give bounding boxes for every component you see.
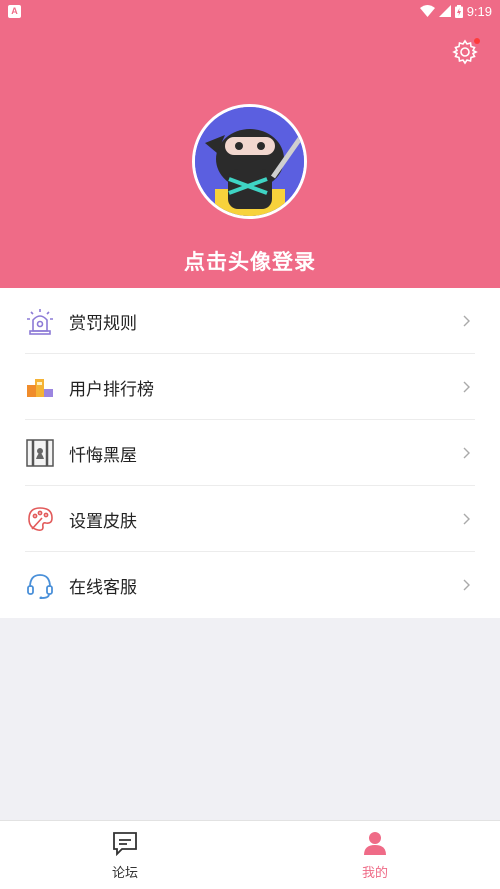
menu-item-jail[interactable]: 忏悔黑屋 [0,420,500,486]
chevron-right-icon [463,513,470,525]
nav-tab-mine[interactable]: 我的 [250,821,500,889]
menu-item-skin[interactable]: 设置皮肤 [0,486,500,552]
status-time: 9:19 [466,3,492,19]
login-prompt[interactable]: 点击头像登录 [0,246,500,276]
bottom-nav: 论坛 我的 [0,820,500,889]
menu-item-rules[interactable]: 赏罚规则 [0,288,500,354]
profile-page: A 9:19 点击头像登录 赏罚规则 用户排行榜 忏悔黑屋 设置皮肤 在线客服 … [0,0,500,889]
leaderboard-icon [25,372,55,402]
nav-tab-forum[interactable]: 论坛 [0,821,250,889]
avatar[interactable] [192,104,307,219]
palette-icon [25,504,55,534]
headset-icon [25,570,55,600]
menu-list: 赏罚规则 用户排行榜 忏悔黑屋 设置皮肤 在线客服 [0,288,500,618]
chevron-right-icon [463,447,470,459]
signal-icon [438,5,451,17]
notification-icon: A [8,4,21,18]
battery-icon [454,4,463,18]
nav-label-mine: 我的 [361,866,388,881]
nav-label-forum: 论坛 [111,866,138,881]
menu-label-support: 在线客服 [69,577,137,598]
profile-header: 点击头像登录 [0,22,500,288]
chevron-right-icon [463,381,470,393]
notification-dot [474,38,480,44]
wifi-icon [419,5,435,17]
ninja-avatar-icon [195,107,304,216]
settings-button[interactable] [452,38,480,65]
user-icon [364,832,386,855]
menu-item-leaderboard[interactable]: 用户排行榜 [0,354,500,420]
menu-label-skin: 设置皮肤 [69,511,137,532]
chat-icon [113,832,137,856]
siren-icon [25,306,55,336]
menu-item-support[interactable]: 在线客服 [0,552,500,618]
menu-label-leaderboard: 用户排行榜 [69,379,154,400]
chevron-right-icon [463,579,470,591]
menu-label-rules: 赏罚规则 [69,313,137,334]
status-bar: A 9:19 [0,0,500,22]
chevron-right-icon [463,315,470,327]
menu-label-jail: 忏悔黑屋 [69,445,137,466]
jail-icon [25,438,55,468]
